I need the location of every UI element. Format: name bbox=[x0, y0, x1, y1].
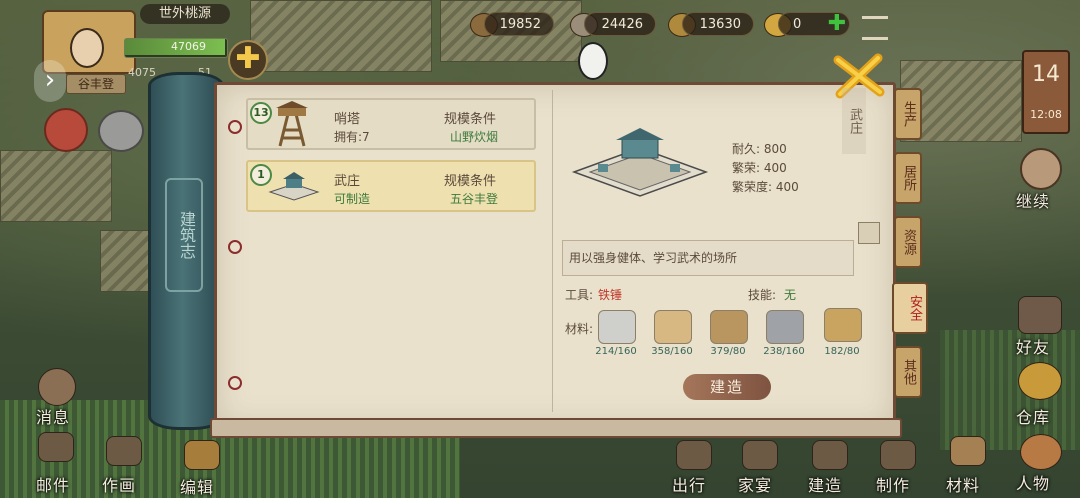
prosperity-stat: 繁荣: 400 bbox=[732, 161, 787, 175]
page-divider bbox=[552, 90, 553, 412]
characters-label[interactable]: 人物 bbox=[1016, 470, 1050, 494]
iron-icon bbox=[766, 310, 804, 344]
nav-craft[interactable]: 制作 bbox=[876, 472, 910, 496]
building-card-watchtower[interactable]: 13 哨塔 拥有:7 规模条件 山野炊烟 bbox=[246, 98, 536, 150]
exp-value: 47069 bbox=[171, 40, 206, 53]
panda-icon[interactable] bbox=[578, 42, 608, 80]
add-ticket-button[interactable]: ✚ bbox=[826, 13, 848, 35]
exp-bar: 47069 bbox=[124, 38, 228, 58]
friends-label[interactable]: 好友 bbox=[1016, 334, 1050, 358]
martial-manor-preview-image bbox=[571, 128, 709, 197]
nav-materials[interactable]: 材料 bbox=[946, 472, 980, 496]
binding-ring bbox=[228, 376, 242, 390]
tab-security[interactable]: 安全 bbox=[892, 282, 928, 334]
durability-stat: 耐久: 800 bbox=[732, 142, 787, 156]
martial-manor-icon bbox=[268, 172, 320, 201]
skill-value: 无 bbox=[784, 288, 797, 302]
stone-count: 24426 bbox=[584, 12, 656, 36]
material-qty: 214/160 bbox=[595, 346, 637, 357]
painting-icon[interactable] bbox=[106, 436, 142, 466]
material-qty: 238/160 bbox=[763, 346, 805, 357]
continue-label[interactable]: 继续 bbox=[1016, 188, 1050, 212]
tab-residence[interactable]: 居所 bbox=[894, 152, 922, 204]
travel-icon[interactable] bbox=[676, 440, 712, 470]
nav-painting[interactable]: 作画 bbox=[102, 472, 136, 496]
binding-ring bbox=[228, 240, 242, 254]
nav-mail[interactable]: 邮件 bbox=[36, 472, 70, 496]
watchtower-icon bbox=[276, 101, 308, 147]
player-name: 谷丰登 bbox=[66, 74, 126, 94]
warehouse-label[interactable]: 仓库 bbox=[1016, 404, 1050, 428]
temple-icon[interactable] bbox=[98, 110, 144, 152]
info-icon[interactable] bbox=[858, 222, 880, 244]
day-number: 14 bbox=[1032, 62, 1060, 87]
description-box: 用以强身健体、学习武术的场所 bbox=[562, 240, 854, 276]
tab-other[interactable]: 其他 bbox=[894, 346, 922, 398]
friends-icon[interactable] bbox=[1018, 296, 1062, 334]
build-button[interactable]: 建造 bbox=[683, 374, 771, 400]
edit-icon[interactable] bbox=[184, 440, 220, 470]
condition-label: 规模条件 bbox=[444, 174, 497, 189]
nav-edit[interactable]: 编辑 bbox=[180, 474, 214, 498]
calendar[interactable]: 14 12:08 bbox=[1022, 50, 1070, 134]
banquet-icon[interactable] bbox=[742, 440, 778, 470]
condition-label: 规模条件 bbox=[444, 112, 497, 127]
building-name: 哨塔 bbox=[334, 112, 361, 127]
cloth-icon bbox=[598, 310, 636, 344]
settings-menu-icon[interactable] bbox=[862, 16, 888, 40]
materials-icon[interactable] bbox=[950, 436, 986, 466]
roof-thatch bbox=[0, 150, 112, 222]
material-label: 材料: bbox=[565, 322, 594, 336]
prosperity-degree-stat: 繁荣度: 400 bbox=[732, 180, 799, 194]
condition-value: 五谷丰登 bbox=[450, 192, 499, 206]
warehouse-icon[interactable] bbox=[1018, 362, 1062, 400]
detail-title-vertical: 武庄 bbox=[842, 88, 866, 154]
continue-hand-icon[interactable] bbox=[1020, 148, 1062, 190]
binding-ring bbox=[228, 120, 242, 134]
bucket-icon bbox=[824, 308, 862, 342]
condition-value: 山野炊烟 bbox=[450, 130, 499, 144]
plank-icon bbox=[654, 310, 692, 344]
tool-label: 工具: bbox=[565, 288, 594, 302]
expand-menu-chevron-icon[interactable]: › bbox=[34, 60, 66, 102]
clock: 12:08 bbox=[1030, 108, 1062, 121]
messages-label[interactable]: 消息 bbox=[36, 404, 70, 428]
scroll-icon bbox=[710, 310, 748, 344]
building-card-martial-manor[interactable]: 1 武庄 可制造 规模条件 五谷丰登 bbox=[246, 160, 536, 212]
characters-icon[interactable] bbox=[1020, 434, 1062, 470]
event-icon[interactable] bbox=[44, 108, 88, 152]
tab-resources[interactable]: 资源 bbox=[894, 216, 922, 268]
craft-icon[interactable] bbox=[880, 440, 916, 470]
spine-title: 建筑志 bbox=[165, 178, 203, 292]
material-qty: 379/80 bbox=[710, 346, 746, 357]
avatar bbox=[70, 28, 104, 68]
coin-count: 13630 bbox=[682, 12, 754, 36]
roof-thatch bbox=[100, 230, 150, 292]
build-icon[interactable] bbox=[812, 440, 848, 470]
add-exp-button[interactable]: ✚ bbox=[228, 40, 268, 80]
level-badge: 13 bbox=[250, 102, 272, 124]
owned-count: 拥有:7 bbox=[334, 130, 370, 144]
roof-thatch bbox=[250, 0, 432, 72]
nav-banquet[interactable]: 家宴 bbox=[738, 472, 772, 496]
tool-value: 铁锤 bbox=[598, 288, 623, 302]
location-name: 世外桃源 bbox=[140, 4, 230, 24]
mail-icon[interactable] bbox=[38, 432, 74, 462]
material-qty: 182/80 bbox=[824, 346, 860, 357]
tab-production[interactable]: 生产 bbox=[894, 88, 922, 140]
messages-icon[interactable] bbox=[38, 368, 76, 406]
material-qty: 358/160 bbox=[651, 346, 693, 357]
craftable-status: 可制造 bbox=[334, 192, 371, 206]
nav-travel[interactable]: 出行 bbox=[672, 472, 706, 496]
wood-count: 19852 bbox=[484, 12, 554, 36]
score-partial: 4075 bbox=[128, 66, 156, 79]
skill-label: 技能: bbox=[748, 288, 777, 302]
building-name: 武庄 bbox=[334, 174, 361, 189]
page-bottom-edge bbox=[210, 418, 902, 438]
nav-build[interactable]: 建造 bbox=[808, 472, 842, 496]
